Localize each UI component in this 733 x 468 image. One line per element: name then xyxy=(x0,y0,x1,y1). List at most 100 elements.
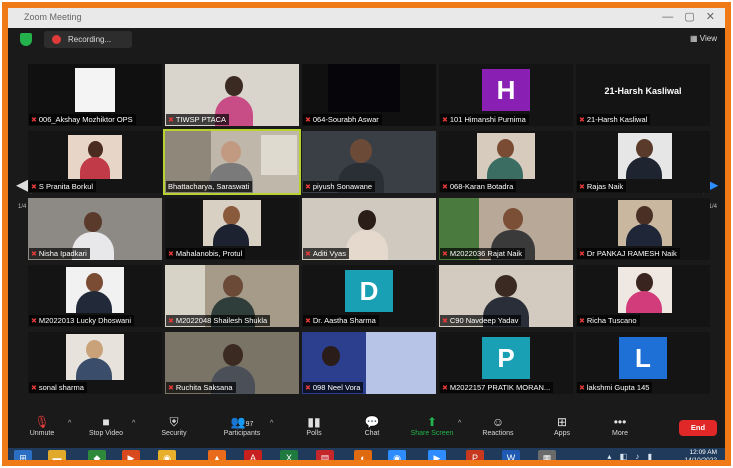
participant-tile[interactable]: ✖ TIWSP PTACA xyxy=(165,64,299,126)
participants-count: 97 xyxy=(245,421,254,428)
page-indicator-left: 1/4 xyxy=(18,204,27,210)
media-player-icon[interactable]: ▶ xyxy=(122,450,140,460)
avatar: D xyxy=(345,270,393,312)
participant-tile[interactable]: ✖ M2022036 Rajat Naik xyxy=(439,198,573,260)
muted-mic-icon: ✖ xyxy=(31,385,37,392)
participant-name: ✖ Nisha Ipadkari xyxy=(29,248,90,259)
participant-tile[interactable]: ✖ piyush Sonawane xyxy=(302,131,436,193)
participant-name: ✖ sonal sharma xyxy=(29,382,87,393)
share-screen-button[interactable]: ⬆ Share Screen xyxy=(402,414,462,437)
participant-tile[interactable]: ✖ Nisha Ipadkari xyxy=(28,198,162,260)
participant-tile[interactable]: ✖ C90 Navdeep Yadav xyxy=(439,265,573,327)
participant-tile[interactable]: ✖ M2022048 Shailesh Shukla xyxy=(165,265,299,327)
avatar: P xyxy=(482,337,530,379)
participant-name: ✖ S Pranita Borkul xyxy=(29,181,97,192)
chevron-up-icon[interactable]: ^ xyxy=(68,420,71,427)
pdf-reader-icon[interactable]: A xyxy=(244,450,262,460)
muted-mic-icon: ✖ xyxy=(305,385,311,392)
participant-name: ✖ lakshmi Gupta 145 xyxy=(577,382,653,393)
stop-video-button[interactable]: ■ Stop Video xyxy=(76,414,136,437)
gallery-view: ✖ 006_Akshay Mozhiktor OPS ✖ TIWSP PTACA ✖… xyxy=(28,64,710,396)
app-icon[interactable]: ▦ xyxy=(538,450,556,460)
app-icon[interactable]: ◐ xyxy=(354,450,372,460)
more-dots-icon: ••• xyxy=(613,415,627,429)
view-label: View xyxy=(699,34,717,43)
participant-tile[interactable]: ✖ Mahalanobis, Protul xyxy=(165,198,299,260)
participant-tile[interactable]: ✖ Aditi Vyas xyxy=(302,198,436,260)
participant-name: ✖ Richa Tuscano xyxy=(577,315,640,326)
avatar: L xyxy=(619,337,667,379)
powerpoint-icon[interactable]: P xyxy=(466,450,484,460)
participant-video xyxy=(75,68,115,112)
participant-tile[interactable]: ✖ Richa Tuscano xyxy=(576,265,710,327)
participant-name: ✖ 101 Himanshi Purnima xyxy=(440,114,529,125)
recording-indicator[interactable]: Recording... xyxy=(44,31,132,48)
participant-tile[interactable]: ✖ Ruchita Saksana xyxy=(165,332,299,394)
app-icon[interactable]: ◆ xyxy=(88,450,106,460)
participant-tile[interactable]: ✖ 064-Sourabh Aswar xyxy=(302,64,436,126)
chevron-up-icon[interactable]: ^ xyxy=(132,420,135,427)
excel-icon[interactable]: X xyxy=(280,450,298,460)
participant-tile[interactable]: ✖ 068-Karan Botadra xyxy=(439,131,573,193)
participant-tile[interactable]: ✖ 006_Akshay Mozhiktor OPS xyxy=(28,64,162,126)
participant-name: ✖ Dr. Aastha Sharma xyxy=(303,315,379,326)
muted-mic-icon: ✖ xyxy=(442,251,448,258)
clock-time: 12:09 AM xyxy=(689,449,717,456)
apps-icon: ⊞ xyxy=(556,415,568,429)
participant-video xyxy=(328,64,400,112)
participant-tile[interactable]: H ✖ 101 Himanshi Purnima xyxy=(439,64,573,126)
participant-name: ✖ 098 Neel Vora xyxy=(303,382,364,393)
chat-button[interactable]: 💬 Chat xyxy=(342,414,402,437)
participant-tile-active-speaker[interactable]: Bhattacharya, Saraswati xyxy=(163,129,301,195)
participant-name: ✖ M2022157 PRATIK MORAN... xyxy=(440,382,554,393)
participants-button[interactable]: 👥97 Participants xyxy=(212,414,272,437)
system-tray-icons[interactable]: ▴ ◧ ♪ ▮ xyxy=(607,452,655,460)
more-button[interactable]: ••• More xyxy=(590,414,650,437)
recording-label: Recording... xyxy=(68,35,112,44)
participant-tile[interactable]: ✖ M2022013 Lucky Dhoswani xyxy=(28,265,162,327)
smiley-icon: ☺ xyxy=(491,415,505,429)
start-icon[interactable]: ⊞ xyxy=(14,450,32,460)
security-button[interactable]: ⛨ Security xyxy=(144,414,204,437)
participant-tile[interactable]: D ✖ Dr. Aastha Sharma xyxy=(302,265,436,327)
share-screen-icon: ⬆ xyxy=(426,415,438,429)
chrome-icon[interactable]: ◉ xyxy=(388,450,406,460)
participant-display-name: 21-Harsh Kasliwal xyxy=(604,86,682,96)
reactions-button[interactable]: ☺ Reactions xyxy=(468,414,528,437)
app-icon[interactable]: ▤ xyxy=(316,450,334,460)
unmute-button[interactable]: 🎙 Unmute xyxy=(12,414,72,437)
apps-button[interactable]: ⊞ Apps xyxy=(532,414,592,437)
participant-tile[interactable]: L ✖ lakshmi Gupta 145 xyxy=(576,332,710,394)
chevron-up-icon[interactable]: ^ xyxy=(270,420,273,427)
file-explorer-icon[interactable]: ▬ xyxy=(48,450,66,460)
window-controls[interactable]: — ▢ ✕ xyxy=(662,10,719,23)
shield-icon[interactable] xyxy=(20,33,32,46)
participant-name: ✖ M2022013 Lucky Dhoswani xyxy=(29,315,135,326)
participant-tile[interactable]: ✖ Rajas Naik xyxy=(576,131,710,193)
zoom-icon[interactable]: ▶ xyxy=(428,450,446,460)
participant-tile[interactable]: ✖ S Pranita Borkul xyxy=(28,131,162,193)
participant-name: ✖ Dr PANKAJ RAMESH Naik xyxy=(577,248,680,259)
shield-icon: ⛨ xyxy=(169,415,179,429)
participants-icon: 👥97 xyxy=(230,415,254,429)
participant-tile[interactable]: 21-Harsh Kasliwal ✖ 21-Harsh Kasliwal xyxy=(576,64,710,126)
participant-tile[interactable]: ✖ sonal sharma xyxy=(28,332,162,394)
muted-mic-icon: ✖ xyxy=(31,184,37,191)
muted-mic-icon: ✖ xyxy=(305,251,311,258)
muted-mic-icon: ✖ xyxy=(442,184,448,191)
participant-tile[interactable]: ✖ Dr PANKAJ RAMESH Naik xyxy=(576,198,710,260)
participant-tile[interactable]: ✖ 098 Neel Vora xyxy=(302,332,436,394)
chevron-up-icon[interactable]: ^ xyxy=(458,420,461,427)
polls-button[interactable]: ▮▮ Polls xyxy=(284,414,344,437)
vlc-icon[interactable]: ▲ xyxy=(208,450,226,460)
muted-mic-icon: ✖ xyxy=(168,251,174,258)
participant-name: ✖ Aditi Vyas xyxy=(303,248,349,259)
chrome-icon[interactable]: ◉ xyxy=(158,450,176,460)
word-icon[interactable]: W xyxy=(502,450,520,460)
meeting-top-strip: Recording... ▦ View xyxy=(8,28,725,52)
participant-tile[interactable]: P ✖ M2022157 PRATIK MORAN... xyxy=(439,332,573,394)
end-meeting-button[interactable]: End xyxy=(679,420,717,436)
view-button[interactable]: ▦ View xyxy=(690,34,717,43)
participant-name: ✖ 21-Harsh Kasliwal xyxy=(577,114,651,125)
system-clock[interactable]: 12:09 AM 14/10/2022 xyxy=(684,449,717,460)
